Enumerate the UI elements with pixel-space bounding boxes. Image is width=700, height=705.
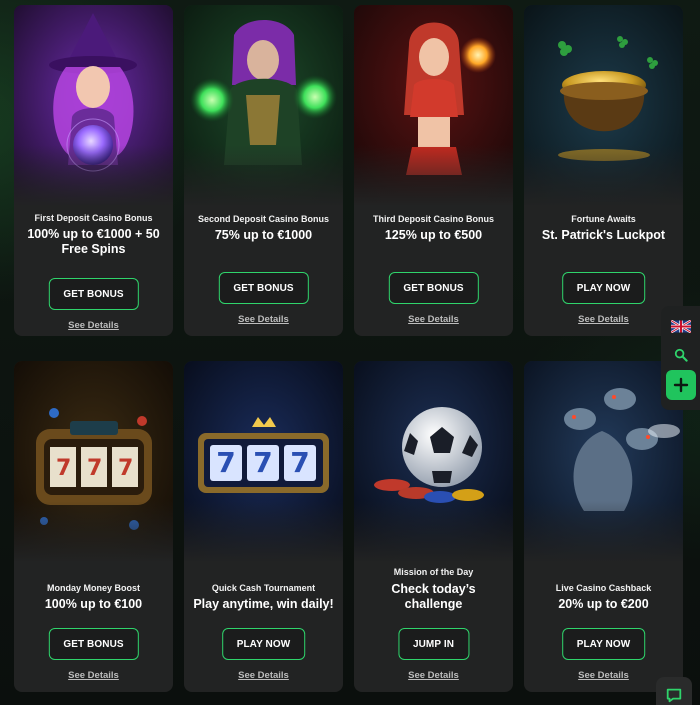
card-title: St. Patrick's Luckpot: [541, 228, 666, 242]
card-title: Play anytime, win daily!: [193, 597, 334, 611]
svg-text:7: 7: [118, 456, 133, 481]
reel-digit: 7: [290, 446, 310, 479]
card-subtitle: Mission of the Day: [393, 567, 474, 577]
jump-in-button[interactable]: JUMP IN: [397, 628, 470, 660]
get-bonus-button[interactable]: GET BONUS: [218, 272, 309, 304]
see-details-link[interactable]: See Details: [184, 670, 343, 681]
promo-card-monday-money-boost[interactable]: 777 Monday Money Boost 100% up to €100 G…: [14, 361, 173, 692]
see-details-link[interactable]: See Details: [354, 670, 513, 681]
promo-card-quick-cash-tournament[interactable]: 7 7 7 Quick Cash Tournament Play anytime…: [184, 361, 343, 692]
add-button[interactable]: [665, 370, 696, 400]
svg-text:7: 7: [56, 456, 71, 481]
card-title: 75% up to €1000: [214, 228, 313, 242]
promo-card-live-casino-cashback[interactable]: Live Casino Cashback 20% up to €200 PLAY…: [524, 361, 683, 692]
see-details-link[interactable]: See Details: [14, 320, 173, 331]
see-details-link[interactable]: See Details: [354, 314, 513, 325]
card-title: Check today’s challenge: [391, 582, 476, 611]
card-subtitle: Monday Money Boost: [46, 583, 140, 593]
card-subtitle: Second Deposit Casino Bonus: [197, 214, 329, 224]
card-subtitle: Quick Cash Tournament: [211, 583, 316, 593]
see-details-link[interactable]: See Details: [184, 314, 343, 325]
card-title: 100% up to €100: [44, 597, 143, 611]
chat-button[interactable]: [656, 677, 692, 705]
card-title: 100% up to €1000 + 50 Free Spins: [27, 227, 160, 256]
promo-card-first-deposit[interactable]: First Deposit Casino Bonus 100% up to €1…: [14, 5, 173, 336]
card-title: 125% up to €500: [384, 228, 483, 242]
promo-card-mission-of-the-day[interactable]: Mission of the Day Check today’s challen…: [354, 361, 513, 692]
get-bonus-button[interactable]: GET BONUS: [388, 272, 479, 304]
card-subtitle: Fortune Awaits: [571, 214, 636, 224]
search-icon[interactable]: [674, 348, 688, 362]
card-subtitle: First Deposit Casino Bonus: [34, 213, 153, 223]
chat-icon: [666, 688, 682, 703]
uk-flag-icon[interactable]: [670, 320, 691, 333]
get-bonus-button[interactable]: GET BONUS: [48, 278, 139, 310]
floating-sidebar: [661, 306, 700, 410]
card-title: 20% up to €200: [558, 597, 649, 611]
play-now-button[interactable]: PLAY NOW: [561, 628, 646, 660]
reel-digit: 7: [253, 446, 273, 479]
plus-icon: [673, 377, 688, 393]
promo-card-second-deposit[interactable]: Second Deposit Casino Bonus 75% up to €1…: [184, 5, 343, 336]
see-details-link[interactable]: See Details: [14, 670, 173, 681]
play-now-button[interactable]: PLAY NOW: [221, 628, 306, 660]
card-subtitle: Third Deposit Casino Bonus: [372, 214, 494, 224]
play-now-button[interactable]: PLAY NOW: [561, 272, 646, 304]
reel-digits: 7 7 7: [210, 445, 316, 481]
card-subtitle: Live Casino Cashback: [555, 583, 652, 593]
promo-card-st-patricks-luckpot[interactable]: Fortune Awaits St. Patrick's Luckpot PLA…: [524, 5, 683, 336]
svg-text:7: 7: [87, 456, 102, 481]
get-bonus-button[interactable]: GET BONUS: [48, 628, 139, 660]
reel-digit: 7: [216, 446, 236, 479]
see-details-link[interactable]: See Details: [524, 314, 683, 325]
promotions-grid: First Deposit Casino Bonus 100% up to €1…: [14, 5, 683, 692]
promo-card-third-deposit[interactable]: Third Deposit Casino Bonus 125% up to €5…: [354, 5, 513, 336]
